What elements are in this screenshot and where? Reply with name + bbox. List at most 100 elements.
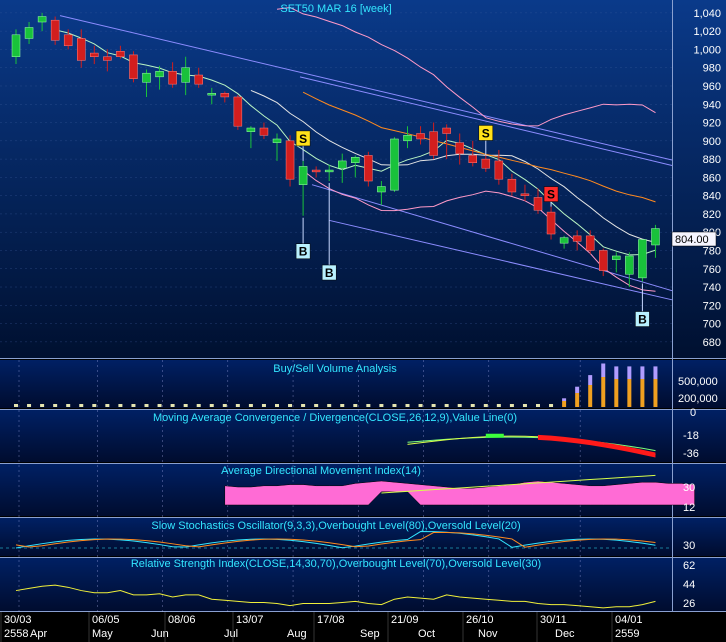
candle-body bbox=[559, 237, 569, 244]
candle-body bbox=[377, 186, 386, 193]
candle-body bbox=[77, 38, 86, 61]
volume-bar-buy bbox=[640, 366, 645, 379]
candle-body bbox=[37, 16, 47, 23]
candle-body bbox=[311, 169, 321, 173]
volume-bar-buy bbox=[627, 366, 632, 379]
main-chart-title: SET50 MAR 16 [week] bbox=[280, 3, 391, 15]
x-axis-date-label: 30/11 bbox=[540, 614, 567, 626]
candle-body bbox=[442, 127, 451, 134]
candle bbox=[129, 51, 138, 83]
volume-bar bbox=[118, 404, 123, 407]
candle-body bbox=[246, 127, 256, 132]
candle-body bbox=[599, 250, 608, 271]
candle-body bbox=[638, 239, 647, 279]
volume-bar bbox=[157, 404, 162, 407]
volume-bar bbox=[66, 404, 71, 407]
marker-label: S bbox=[547, 188, 555, 202]
volume-bar bbox=[457, 404, 462, 407]
candle-body bbox=[494, 160, 504, 180]
candle-body bbox=[50, 19, 60, 41]
volume-bar bbox=[379, 404, 384, 407]
price-tick-label: 680 bbox=[703, 337, 721, 349]
candle-body bbox=[364, 155, 373, 182]
volume-bar-buy bbox=[588, 375, 593, 385]
main-panel-bg bbox=[0, 0, 726, 358]
macd-tick-18: -18 bbox=[683, 430, 699, 442]
volume-bar bbox=[196, 404, 201, 407]
volume-bar bbox=[418, 404, 423, 407]
candle-body bbox=[207, 93, 216, 96]
price-tick-label: 860 bbox=[703, 172, 721, 184]
candle-body bbox=[520, 193, 530, 196]
marker-label: S bbox=[299, 132, 307, 146]
x-axis-month-label: 2558 bbox=[4, 628, 28, 640]
volume-bar-buy bbox=[575, 386, 580, 393]
candle-body bbox=[455, 142, 464, 154]
x-axis-month-label: Nov bbox=[478, 628, 498, 640]
volume-bar bbox=[340, 404, 345, 407]
candle-body bbox=[129, 54, 138, 79]
volume-bar bbox=[509, 404, 514, 407]
price-tick-label: 1,000 bbox=[693, 44, 721, 56]
candle-body bbox=[533, 197, 543, 211]
candle-body bbox=[259, 127, 269, 136]
volume-bar bbox=[536, 404, 540, 407]
rsi-tick-26: 26 bbox=[683, 598, 695, 610]
volume-bar-buy bbox=[614, 366, 619, 379]
volume-bar bbox=[288, 404, 293, 407]
x-axis-month-label: Aug bbox=[287, 628, 307, 640]
volume-bar bbox=[144, 404, 149, 407]
volume-bar bbox=[444, 404, 449, 407]
volume-bar bbox=[79, 404, 84, 407]
candle-body bbox=[416, 133, 425, 140]
candle-body bbox=[298, 166, 308, 185]
volume-bar bbox=[235, 404, 240, 407]
x-axis-month-label: Jul bbox=[224, 628, 238, 640]
volume-bar bbox=[314, 404, 319, 407]
volume-tick-500000: 500,000 bbox=[678, 376, 718, 388]
volume-bar bbox=[366, 404, 371, 407]
last-price-label: 804.00 bbox=[675, 234, 709, 246]
rsi-panel-title: Relative Strength Index(CLOSE,14,30,70),… bbox=[131, 558, 541, 570]
volume-bar bbox=[53, 404, 58, 407]
candle-body bbox=[142, 72, 151, 83]
volume-bar bbox=[522, 404, 527, 407]
candle-body bbox=[220, 93, 230, 98]
candle-body bbox=[612, 255, 621, 260]
volume-bar bbox=[392, 404, 397, 407]
price-tick-label: 760 bbox=[703, 264, 721, 276]
x-axis-month-label: Oct bbox=[418, 628, 435, 640]
x-axis-month-label: Apr bbox=[30, 628, 47, 640]
stoch-panel-title: Slow Stochastics Oscillator(9,3,3),Overb… bbox=[151, 520, 520, 532]
volume-bar bbox=[327, 404, 332, 407]
volume-bar bbox=[14, 404, 18, 407]
x-axis-date-label: 06/05 bbox=[92, 614, 120, 626]
volume-bar bbox=[562, 401, 567, 407]
marker-label: B bbox=[638, 313, 647, 327]
candle-body bbox=[272, 138, 282, 143]
candle-body bbox=[194, 74, 203, 85]
price-tick-label: 900 bbox=[703, 136, 721, 148]
x-axis-date-label: 30/03 bbox=[4, 614, 32, 626]
volume-bar bbox=[105, 404, 110, 407]
candle bbox=[285, 135, 295, 187]
price-tick-label: 880 bbox=[703, 154, 721, 166]
x-axis-month-label: 2559 bbox=[615, 628, 639, 640]
macd-histogram-positive bbox=[485, 433, 504, 438]
price-tick-label: 920 bbox=[703, 118, 721, 130]
adx-tick-12: 12 bbox=[683, 502, 695, 514]
candle-body bbox=[651, 228, 660, 246]
candle-body bbox=[403, 135, 412, 142]
x-axis-month-label: Jun bbox=[151, 628, 169, 640]
volume-bar-buy bbox=[562, 398, 567, 401]
candle-body bbox=[11, 34, 21, 57]
x-axis-month-label: Sep bbox=[360, 628, 380, 640]
volume-bar bbox=[183, 404, 188, 407]
price-tick-label: 720 bbox=[703, 300, 721, 312]
candle-body bbox=[324, 169, 334, 173]
x-axis-date-label: 13/07 bbox=[236, 614, 264, 626]
candle-body bbox=[155, 71, 164, 78]
volume-bar bbox=[40, 404, 45, 407]
adx-panel-title: Average Directional Movement Index(14) bbox=[221, 465, 421, 477]
price-tick-label: 820 bbox=[703, 209, 721, 221]
